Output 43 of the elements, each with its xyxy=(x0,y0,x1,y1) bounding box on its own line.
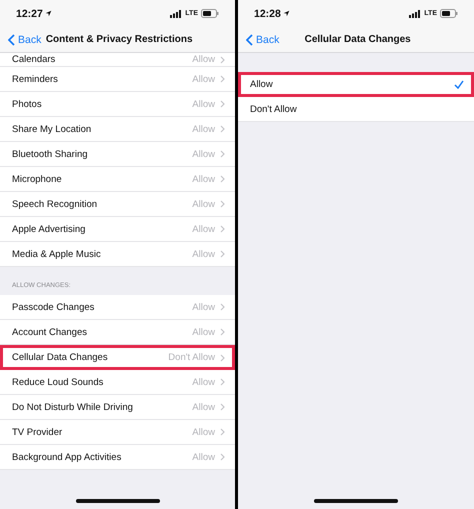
back-button[interactable]: Back xyxy=(246,34,280,46)
row-value: Allow xyxy=(192,124,215,134)
status-time: 12:27 xyxy=(16,8,43,20)
row-label: Bluetooth Sharing xyxy=(12,148,89,160)
row-value: Allow xyxy=(192,402,215,412)
row-value: Allow xyxy=(192,302,215,312)
row-label: Don't Allow xyxy=(250,104,298,114)
row-value: Allow xyxy=(192,326,215,338)
row-label: Allow xyxy=(250,79,274,90)
row-value: Allow xyxy=(192,224,215,234)
row-value: Allow xyxy=(192,248,215,260)
row-value: Allow xyxy=(192,148,215,160)
row-label: Calendars xyxy=(12,54,56,65)
row-value: Allow xyxy=(192,54,215,65)
row-value: Allow xyxy=(192,426,215,438)
row-label: TV Provider xyxy=(12,426,64,438)
highlighted-row[interactable]: Cellular Data Changes Don't Allow xyxy=(0,345,235,370)
highlighted-row[interactable]: Allow xyxy=(238,72,474,97)
screen-title: Content & Privacy Restrictions xyxy=(44,34,194,45)
row-value: Allow xyxy=(192,74,215,84)
settings-row[interactable]: Calendars Allow xyxy=(0,53,235,67)
row-value: Allow xyxy=(192,452,215,462)
row-label: Reduce Loud Sounds xyxy=(12,376,104,388)
row-value: Allow xyxy=(192,198,215,210)
row-label: Cellular Data Changes xyxy=(12,352,109,363)
status-time: 12:28 xyxy=(254,8,281,20)
row-label: Account Changes xyxy=(12,326,88,338)
row-label: Speech Recognition xyxy=(12,198,98,210)
row-label: Passcode Changes xyxy=(12,302,96,312)
screen-title: Cellular Data Changes xyxy=(304,34,412,45)
row-label: Reminders xyxy=(12,74,59,84)
row-label: Apple Advertising xyxy=(12,224,86,234)
row-label: Share My Location xyxy=(12,124,92,134)
back-button[interactable]: Back xyxy=(8,34,42,46)
row-value: Allow xyxy=(192,98,215,110)
row-label: Background App Activities xyxy=(12,452,122,462)
row-label: Microphone xyxy=(12,174,63,184)
row-value: Allow xyxy=(192,376,215,388)
row-label: Media & Apple Music xyxy=(12,248,102,260)
row-label: Photos xyxy=(12,98,43,110)
row-label: Do Not Disturb While Driving xyxy=(12,402,134,412)
row-value: Don't Allow xyxy=(168,352,215,363)
row-value: Allow xyxy=(192,174,215,184)
